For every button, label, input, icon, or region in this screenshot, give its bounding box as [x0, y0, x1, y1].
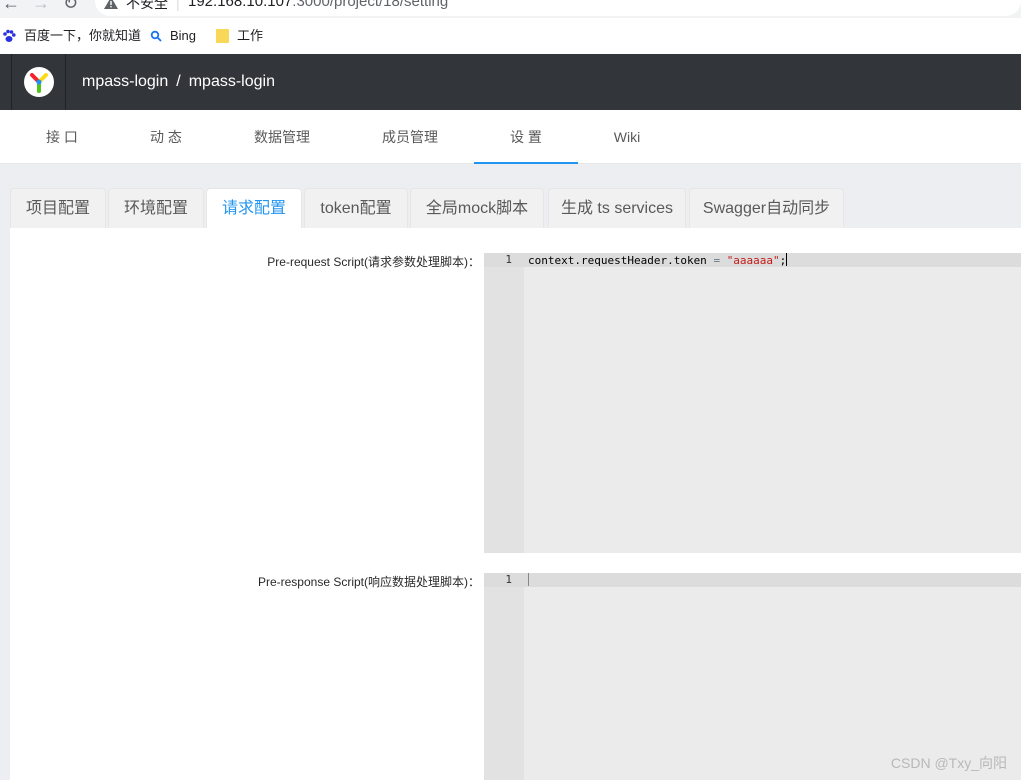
- code-operator: =: [713, 254, 721, 267]
- text-cursor: [786, 253, 788, 266]
- bookmark-label: 百度一下，你就知道: [24, 28, 142, 43]
- tab-swagger-sync[interactable]: Swagger自动同步: [689, 188, 844, 228]
- code-string: "aaaaaa": [726, 254, 780, 267]
- line-number: 1: [505, 573, 512, 586]
- breadcrumb-separator: /: [176, 73, 181, 90]
- pre-response-script-editor[interactable]: 1: [484, 573, 1021, 780]
- baidu-paw-icon: [3, 29, 16, 42]
- bookmark-bing[interactable]: Bing: [150, 27, 196, 45]
- tab-request-config[interactable]: 请求配置: [206, 188, 302, 229]
- request-config-panel: Pre-request Script(请求参数处理脚本)： 1 context.…: [10, 228, 1021, 780]
- bookmarks-bar: 百度一下，你就知道 Bing 工作: [0, 18, 1021, 54]
- app-header: mpass-login / mpass-login: [0, 54, 1021, 110]
- tab-token-config[interactable]: token配置: [304, 188, 408, 228]
- settings-content: 项目配置 环境配置 请求配置 token配置 全局mock脚本 生成 ts se…: [0, 165, 1021, 780]
- breadcrumb: mpass-login / mpass-login: [82, 72, 275, 92]
- bookmark-baidu[interactable]: 百度一下，你就知道: [2, 27, 141, 45]
- url-path: :3000/project/18/setting: [292, 0, 449, 10]
- url-text[interactable]: 192.168.10.107:3000/project/18/setting: [188, 0, 448, 10]
- text-cursor: [528, 573, 529, 586]
- editor-gutter: [484, 573, 524, 780]
- pre-request-script-label: Pre-request Script(请求参数处理脚本)：: [267, 255, 480, 269]
- pre-response-script-label: Pre-response Script(响应数据处理脚本)：: [257, 575, 480, 589]
- code-suffix: ;: [779, 254, 787, 267]
- tab-env-config[interactable]: 环境配置: [108, 188, 204, 228]
- tab-interface[interactable]: 接 口: [23, 110, 101, 164]
- tab-data-management[interactable]: 数据管理: [243, 110, 321, 164]
- code-line[interactable]: context.requestHeader.token = "aaaaaa";: [528, 253, 788, 268]
- bookmark-label: 工作: [237, 28, 264, 43]
- logo-button[interactable]: [11, 54, 66, 110]
- breadcrumb-project[interactable]: mpass-login: [189, 73, 275, 90]
- tab-settings[interactable]: 设 置: [474, 110, 578, 164]
- bookmark-work[interactable]: 工作: [216, 27, 263, 45]
- insecure-label[interactable]: 不安全: [126, 0, 168, 11]
- tab-activity[interactable]: 动 态: [127, 110, 205, 164]
- folder-icon: [216, 29, 229, 43]
- project-nav: 接 口 动 态 数据管理 成员管理 设 置 Wiki: [0, 110, 1021, 164]
- pre-request-script-editor[interactable]: 1 context.requestHeader.token = "aaaaaa"…: [484, 253, 1021, 553]
- tab-project-config[interactable]: 项目配置: [10, 188, 106, 228]
- line-number: 1: [505, 253, 512, 266]
- code-text: context.requestHeader.token: [528, 254, 714, 267]
- tab-wiki[interactable]: Wiki: [588, 110, 666, 164]
- code-line[interactable]: [528, 573, 529, 588]
- editor-gutter: [484, 253, 524, 553]
- breadcrumb-group[interactable]: mpass-login: [82, 73, 168, 90]
- tab-global-mock-script[interactable]: 全局mock脚本: [410, 188, 544, 228]
- warning-icon[interactable]: [104, 0, 118, 9]
- tab-generate-ts-services[interactable]: 生成 ts services: [548, 188, 686, 228]
- url-host: 192.168.10.107: [188, 0, 293, 10]
- browser-toolbar: ← → ↻ 不安全 | 192.168.10.107:3000/project/…: [0, 0, 1021, 18]
- active-line-highlight: [484, 573, 1021, 587]
- yapi-logo: [24, 67, 54, 97]
- yapi-logo-icon: [30, 73, 48, 93]
- arrow-left-icon[interactable]: ←: [2, 0, 20, 12]
- bing-search-icon: [150, 30, 162, 42]
- arrow-right-icon[interactable]: →: [32, 0, 50, 12]
- url-separator: |: [176, 0, 180, 11]
- watermark: CSDN @Txy_向阳: [890, 755, 1007, 771]
- reload-icon[interactable]: ↻: [63, 0, 78, 12]
- bookmark-label: Bing: [170, 28, 197, 43]
- tab-member-management[interactable]: 成员管理: [371, 110, 449, 164]
